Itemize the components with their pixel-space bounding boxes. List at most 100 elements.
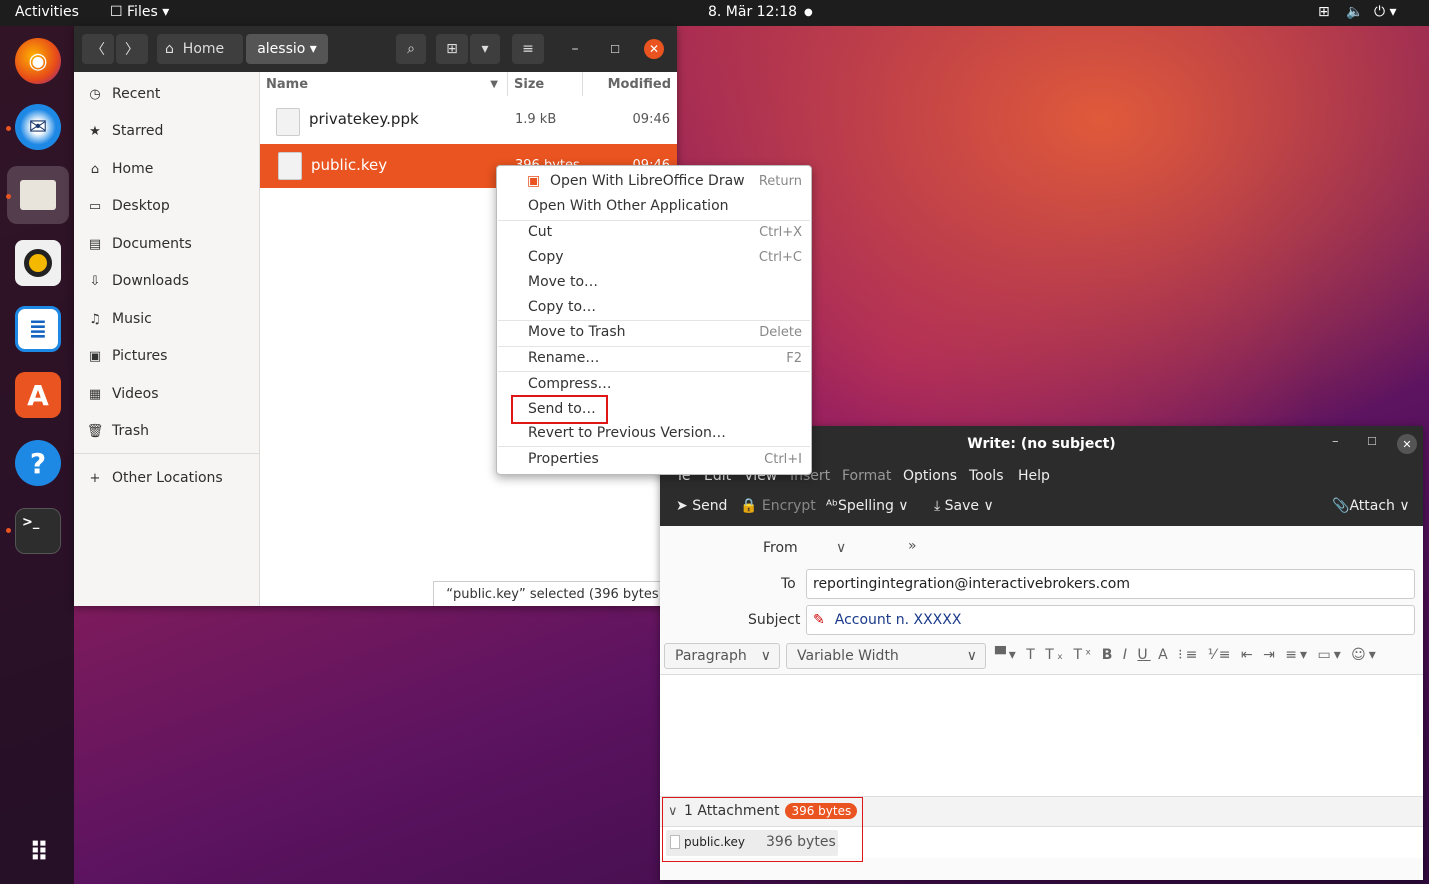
close-button[interactable]: ✕ — [644, 39, 664, 59]
running-indicator — [6, 126, 11, 131]
sidebar-item-trash[interactable]: 🗑 Trash — [86, 419, 149, 443]
send-to-highlight-box — [511, 395, 608, 424]
sidebar-item-label: Recent — [112, 86, 161, 102]
column-header-modified[interactable]: Modified — [590, 72, 671, 96]
sidebar-item-pictures[interactable]: ▣ Pictures — [86, 344, 168, 368]
chevron-down-icon: ▾ — [481, 41, 489, 57]
software-icon[interactable]: A — [15, 372, 61, 418]
compose-toolbar: ➤ Send 🔒 Encrypt ᴬᵇSpelling ∨ ⤓ Save ∨ 📎… — [660, 492, 1423, 526]
menu-item-rename[interactable]: Rename… F2 — [528, 347, 808, 369]
document-icon: ▤ — [88, 236, 102, 252]
menu-item-label: Open With Other Application — [528, 198, 729, 214]
app-menu[interactable]: ☐ Files ▾ — [110, 4, 169, 20]
network-icon[interactable]: ⊞ — [1318, 4, 1330, 20]
sidebar-item-label: Videos — [112, 386, 159, 402]
column-name-label: Name — [266, 76, 309, 92]
sidebar-item-recent[interactable]: ◷ Recent — [86, 82, 160, 106]
sidebar-item-home[interactable]: ⌂ Home — [86, 157, 153, 181]
column-modified-label: Modified — [607, 76, 671, 92]
firefox-icon[interactable]: ◉ — [15, 38, 61, 84]
sidebar-item-music[interactable]: ♫ Music — [86, 307, 152, 331]
paragraph-format-select[interactable]: Paragraph ∨ — [664, 643, 780, 669]
menu-item-properties[interactable]: Properties Ctrl+I — [528, 448, 808, 470]
subject-field[interactable]: ✎ Account n. XXXXX — [806, 605, 1415, 635]
column-size-label: Size — [514, 76, 545, 92]
column-header-name[interactable]: Name ▼ — [266, 72, 506, 96]
attach-button[interactable]: 📎Attach ∨ — [1332, 498, 1410, 514]
chevron-down-icon: ∨ — [966, 648, 977, 664]
from-dropdown[interactable]: ∨ — [836, 540, 846, 556]
menu-format[interactable]: Format — [842, 468, 891, 484]
view-grid-button[interactable]: ⊞ — [436, 34, 468, 64]
path-folder-button[interactable]: alessio ▾ — [246, 34, 328, 64]
menu-item-copy-to[interactable]: Copy to… — [528, 296, 808, 318]
encrypt-button[interactable]: 🔒 Encrypt — [740, 498, 816, 514]
path-home-button[interactable]: ⌂ Home — [157, 34, 243, 64]
more-fields-icon[interactable]: » — [908, 538, 917, 554]
places-sidebar: ◷ Recent ★ Starred ⌂ Home ▭ Desktop ▤ Documen… — [74, 72, 260, 606]
activities-button[interactable]: Activities — [15, 4, 79, 20]
sidebar-item-starred[interactable]: ★ Starred — [86, 119, 163, 143]
sidebar-item-downloads[interactable]: ⇩ Downloads — [86, 269, 189, 293]
sort-down-icon: ▼ — [490, 78, 498, 90]
help-icon[interactable]: ? — [15, 440, 61, 486]
hamburger-icon: ≡ — [522, 41, 534, 57]
close-button[interactable]: ✕ — [1397, 434, 1417, 454]
sidebar-item-videos[interactable]: ▦ Videos — [86, 382, 159, 406]
maximize-button[interactable]: ☐ — [600, 34, 630, 64]
sidebar-item-desktop[interactable]: ▭ Desktop — [86, 194, 170, 218]
minimize-button[interactable]: – — [560, 34, 590, 64]
rhythmbox-icon[interactable] — [15, 240, 61, 286]
spelling-button[interactable]: ᴬᵇSpelling ∨ — [826, 498, 909, 514]
column-header-size[interactable]: Size — [514, 72, 584, 96]
menu-button[interactable]: ≡ — [512, 34, 544, 64]
menu-item-copy[interactable]: Copy Ctrl+C — [528, 246, 808, 268]
power-icon[interactable]: ⏻ ▾ — [1374, 4, 1397, 20]
spelling-label: Spelling — [838, 498, 894, 514]
message-body[interactable] — [660, 674, 1423, 796]
app-menu-label: Files — [127, 4, 158, 20]
file-icon — [276, 108, 300, 136]
sidebar-item-other-locations[interactable]: + Other Locations — [86, 466, 223, 490]
menu-item-move-to[interactable]: Move to… — [528, 271, 808, 293]
menu-item-compress[interactable]: Compress… — [528, 373, 808, 395]
encryption-off-icon: ✎ — [813, 612, 825, 628]
minimize-button[interactable]: – — [1332, 434, 1339, 449]
file-row[interactable]: privatekey.ppk 1.9 kB 09:46 — [260, 98, 677, 142]
menu-item-open-with-other[interactable]: Open With Other Application — [528, 195, 808, 217]
send-button[interactable]: ➤ Send — [676, 498, 727, 514]
column-divider — [507, 72, 508, 96]
maximize-button[interactable]: ☐ — [1367, 435, 1377, 448]
formatting-toolbar-icons[interactable]: ▀▾ T Tₓ Tˣ B I U A ⁝≡ ⅟≡ ⇤ ⇥ ≡▾ ▭▾ ☺▾ — [995, 647, 1379, 663]
writer-icon[interactable]: ≣ — [15, 306, 61, 352]
view-options-button[interactable]: ▾ — [470, 34, 500, 64]
files-icon[interactable] — [7, 166, 69, 224]
menu-item-move-to-trash[interactable]: Move to Trash Delete — [528, 321, 808, 343]
volume-icon[interactable]: 🔈 — [1346, 4, 1363, 20]
menu-item-label: Rename… — [528, 350, 600, 366]
home-icon: ⌂ — [165, 41, 174, 57]
font-select[interactable]: Variable Width ∨ — [786, 643, 986, 669]
menu-tools[interactable]: Tools — [969, 468, 1004, 484]
menu-help[interactable]: Help — [1018, 468, 1050, 484]
to-label: To — [781, 576, 796, 592]
forward-button[interactable]: 〉 — [116, 34, 148, 64]
menu-item-revert[interactable]: Revert to Previous Version… — [528, 422, 808, 444]
menu-item-cut[interactable]: Cut Ctrl+X — [528, 221, 808, 243]
path-folder-label: alessio — [257, 41, 306, 57]
clock[interactable]: 8. Mär 12:18 — [708, 4, 797, 20]
column-divider — [582, 72, 583, 96]
menu-item-label: Properties — [528, 451, 599, 467]
menu-item-open-with-draw[interactable]: ▣ Open With LibreOffice Draw Return — [527, 170, 808, 192]
encrypt-label: Encrypt — [761, 498, 816, 514]
search-button[interactable]: ⌕ — [396, 34, 426, 64]
home-icon: ⌂ — [90, 161, 100, 177]
save-button[interactable]: ⤓ Save ∨ — [934, 498, 994, 514]
show-apps-icon[interactable]: ⠿ — [15, 830, 61, 876]
to-field[interactable]: reportingintegration@interactivebrokers.… — [806, 569, 1415, 599]
thunderbird-icon[interactable]: ✉ — [15, 104, 61, 150]
sidebar-item-documents[interactable]: ▤ Documents — [86, 232, 192, 256]
back-button[interactable]: 〈 — [82, 34, 114, 64]
menu-options[interactable]: Options — [903, 468, 957, 484]
terminal-icon[interactable]: >_ — [15, 508, 61, 554]
